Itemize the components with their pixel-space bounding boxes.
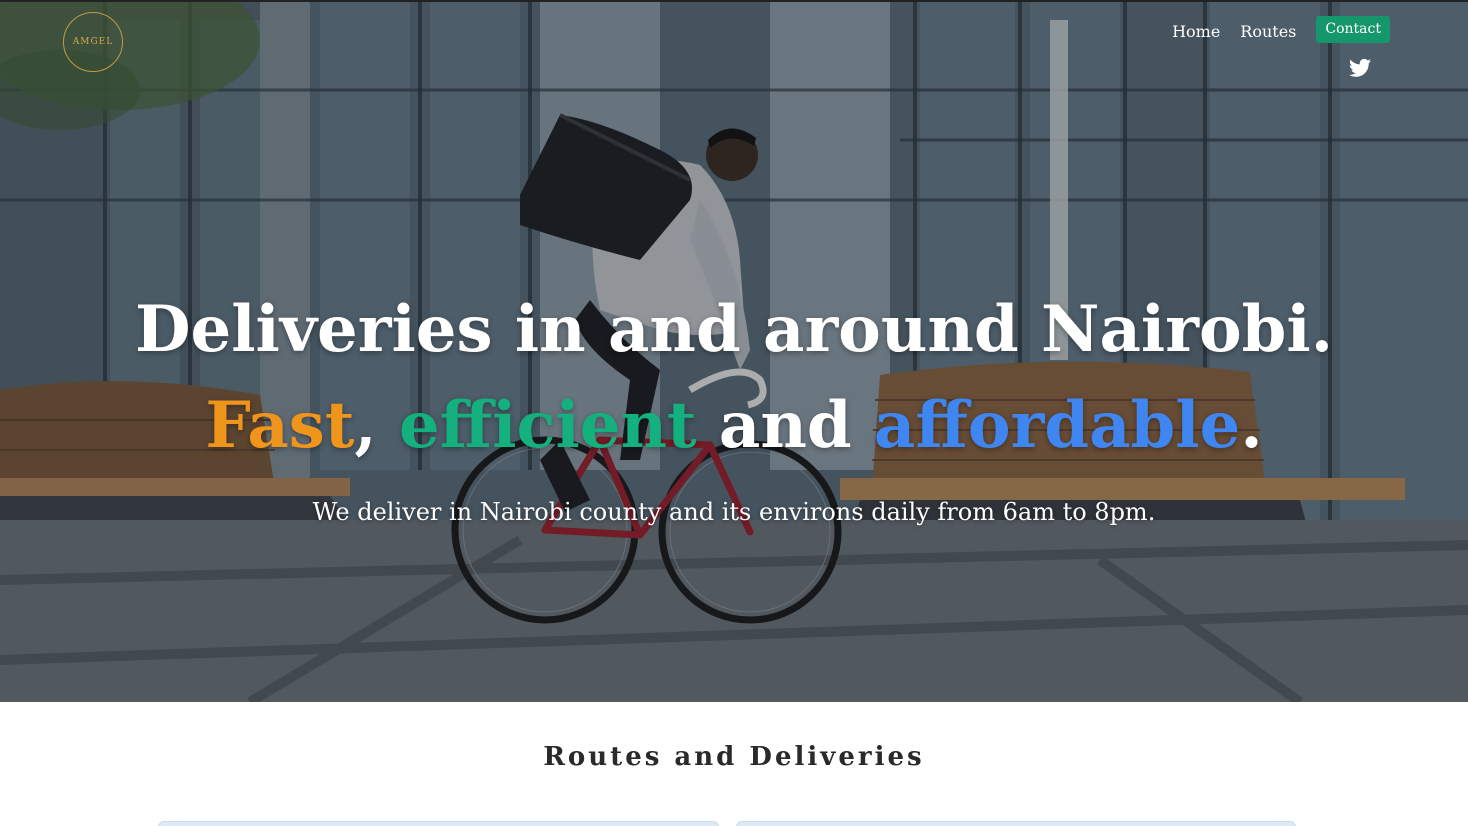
route-card[interactable] <box>736 821 1296 826</box>
nav-routes-link[interactable]: Routes <box>1240 22 1296 41</box>
route-card[interactable] <box>158 821 719 826</box>
headline-comma: , <box>354 388 399 463</box>
nav-contact-button[interactable]: Contact <box>1316 16 1390 43</box>
headline-word-and: and <box>696 388 874 463</box>
main-navigation: Home Routes Contact <box>1172 16 1390 43</box>
section-title: Routes and Deliveries <box>543 742 925 772</box>
hero-section: AMGEL Home Routes Contact Deliveries in … <box>0 0 1468 702</box>
headline-word-fast: Fast <box>205 388 355 463</box>
brand-logo-text: AMGEL <box>72 37 114 47</box>
brand-logo[interactable]: AMGEL <box>63 12 123 72</box>
hero-subtitle: We deliver in Nairobi county and its env… <box>312 498 1156 526</box>
page: AMGEL Home Routes Contact Deliveries in … <box>0 0 1468 826</box>
headline-word-efficient: efficient <box>398 388 697 463</box>
headline-word-affordable: affordable <box>873 388 1241 463</box>
top-border <box>0 0 1468 2</box>
hero-headline: Deliveries in and around Nairobi. Fast, … <box>0 282 1468 474</box>
headline-period: . <box>1240 388 1263 463</box>
nav-home-link[interactable]: Home <box>1172 22 1220 41</box>
headline-line-1: Deliveries in and around Nairobi. <box>135 292 1333 367</box>
twitter-icon[interactable] <box>1349 58 1371 78</box>
